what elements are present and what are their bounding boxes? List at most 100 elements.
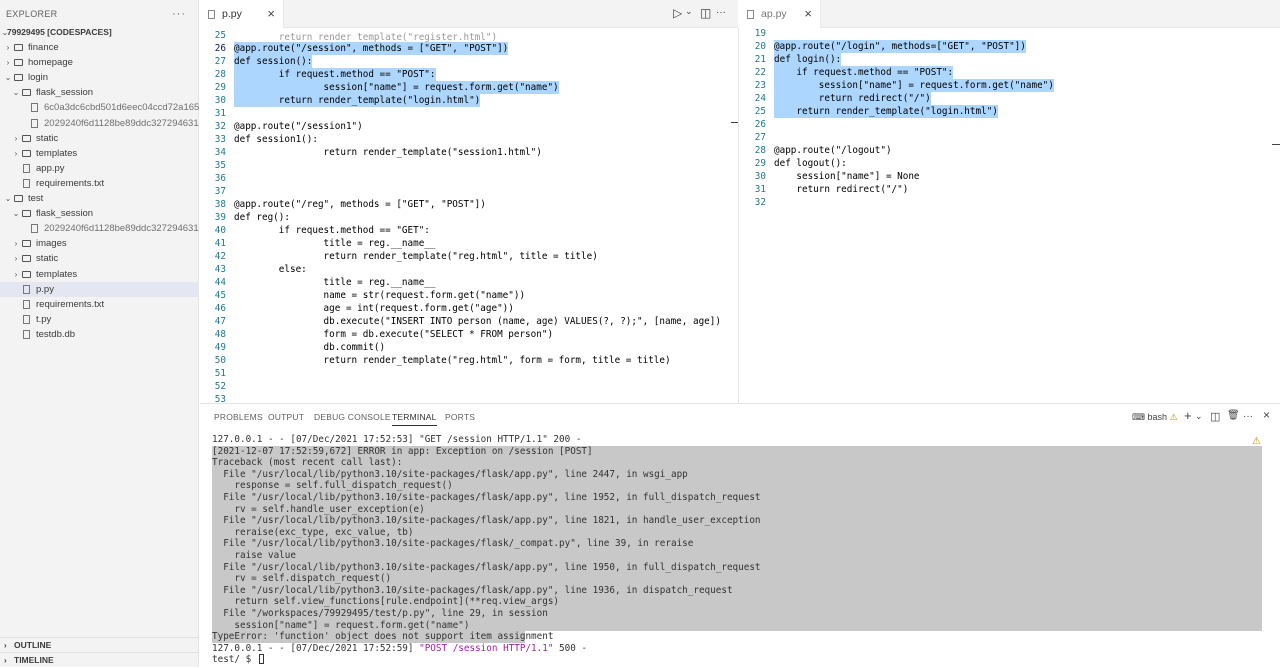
tree-item-label: static [36, 132, 59, 144]
line-number: 20 [754, 41, 766, 52]
code-text: @app.route("/session", methods = ["GET",… [234, 42, 509, 55]
add-terminal-icon[interactable]: + [1184, 408, 1192, 423]
close-panel-icon[interactable]: × [1263, 408, 1270, 422]
tab-ap-py[interactable]: ap.py × [739, 0, 821, 28]
file-icon [23, 284, 30, 294]
tree-folder[interactable]: › static [0, 131, 199, 146]
chevron-right-icon: › [14, 269, 18, 279]
code-text: else: [234, 264, 307, 275]
tab-debug-console[interactable]: DEBUG CONSOLE [314, 412, 391, 422]
editor-right[interactable]: 19 20 @app.route("/login", methods=["GET",… [740, 28, 1280, 403]
tree-folder[interactable]: ⌄ flask_session [0, 206, 199, 221]
line-number: 26 [214, 43, 226, 54]
trash-icon[interactable]: 🗑 [1227, 410, 1240, 421]
terminal-line: File "/usr/local/lib/python3.10/site-pac… [212, 584, 1262, 597]
tree-file[interactable]: requirements.txt [0, 297, 199, 312]
tree-item-label: images [36, 238, 67, 250]
line-number: 43 [214, 264, 226, 275]
folder-icon [22, 89, 31, 97]
terminal-text: session["name"] = request.form.get("name… [212, 619, 470, 631]
file-icon [23, 299, 30, 309]
tree-file[interactable]: 2029240f6d1128be89ddc327294631... [0, 221, 199, 236]
explorer-more-icon[interactable]: ··· [172, 0, 186, 28]
code-text: return render_template("session1.html") [234, 147, 542, 158]
run-icon[interactable]: ▷ [673, 6, 682, 20]
editor-split-divider[interactable] [738, 28, 739, 403]
split-terminal-icon[interactable]: ◫ [1210, 410, 1220, 423]
tree-item-label: requirements.txt [36, 298, 105, 310]
tree-file[interactable]: testdb.db [0, 327, 199, 342]
line-number: 25 [214, 30, 226, 41]
tree-folder[interactable]: › finance [0, 40, 199, 55]
tree-file[interactable]: 6c0a3dc6cbd501d6eec04ccd72a165... [0, 100, 199, 115]
code-text: title = reg.__name__ [234, 277, 436, 288]
tree-file[interactable]: 2029240f6d1128be89ddc327294631... [0, 116, 199, 131]
file-icon [31, 224, 38, 234]
code-text: form = db.execute("SELECT * FROM person"… [234, 329, 554, 340]
terminal-line: return self.view_functions[rule.endpoint… [212, 596, 1262, 608]
code-text: return redirect("/") [774, 92, 931, 105]
close-icon[interactable]: × [804, 6, 812, 21]
folder-icon [22, 255, 31, 263]
editor-left[interactable]: return render_template("register.html") … [200, 28, 738, 403]
run-menu-icon[interactable]: ⌄ [685, 6, 693, 17]
split-editor-icon[interactable]: ◫ [700, 6, 711, 20]
code-text: def login(): [774, 53, 842, 66]
folder-icon [14, 74, 23, 82]
tree-item-label: t.py [36, 313, 52, 325]
line-number: 28 [214, 69, 226, 80]
outline-section[interactable]: › OUTLINE [0, 637, 199, 653]
code-text: session["name"] = request.form.get("name… [234, 81, 559, 94]
tree-file[interactable]: p.py [0, 281, 199, 297]
tree-folder[interactable]: › static [0, 251, 199, 266]
tab-label: ap.py [761, 8, 787, 20]
terminal-text: File "/usr/local/lib/python3.10/site-pac… [212, 492, 761, 503]
code-text: return render_template("reg.html", form … [234, 355, 671, 366]
workspace-root[interactable]: ⌄ 79929495 [CODESPACES] [0, 25, 199, 40]
tree-folder[interactable]: › images [0, 236, 199, 251]
warning-icon: ⚠ [1169, 412, 1178, 422]
close-icon[interactable]: × [267, 6, 275, 21]
tab-output[interactable]: OUTPUT [268, 412, 304, 422]
folder-icon [22, 240, 31, 248]
line-number: 27 [214, 56, 226, 67]
terminal-text: raise value [212, 550, 296, 561]
code-text: return redirect("/") [774, 184, 909, 195]
tree-folder[interactable]: › templates [0, 146, 199, 161]
chevron-right-icon: › [14, 133, 18, 143]
tree-file[interactable]: t.py [0, 312, 199, 327]
terminal-shell-selector[interactable]: ⌨ bash ⚠ [1132, 412, 1178, 423]
chevron-right-icon: › [14, 148, 18, 158]
tab-problems[interactable]: PROBLEMS [214, 412, 263, 422]
tree-file[interactable]: requirements.txt [0, 176, 199, 191]
code-text: def session(): [234, 55, 313, 68]
tab-p-py[interactable]: p.py × [200, 0, 284, 28]
line-number: 23 [754, 80, 766, 91]
tree-folder[interactable]: ⌄ test [0, 191, 199, 206]
more-actions-icon[interactable]: ··· [1243, 411, 1253, 422]
line-number: 52 [214, 381, 226, 392]
code-text: def logout(): [774, 158, 847, 169]
tree-folder[interactable]: ⌄ flask_session [0, 85, 199, 100]
line-number: 29 [214, 82, 226, 93]
tree-folder[interactable]: › templates [0, 267, 199, 282]
terminal-line: rv = self.dispatch_request() [212, 573, 1262, 585]
add-terminal-menu-icon[interactable]: ⌄ [1195, 411, 1203, 422]
terminal-line: File "/usr/local/lib/python3.10/site-pac… [212, 515, 1262, 527]
tree-folder[interactable]: › homepage [0, 55, 199, 70]
tree-item-label: finance [28, 42, 59, 53]
tree-item-label: 2029240f6d1128be89ddc327294631... [44, 223, 199, 235]
tab-terminal[interactable]: TERMINAL [392, 412, 437, 426]
tab-ports[interactable]: PORTS [445, 412, 475, 422]
timeline-section[interactable]: › TIMELINE [0, 652, 199, 668]
terminal-line: 127.0.0.1 - - [07/Dec/2021 17:52:53] "GE… [212, 434, 581, 446]
tree-folder[interactable]: ⌄ login [0, 70, 199, 85]
more-actions-icon[interactable]: ··· [716, 7, 726, 18]
tree-file[interactable]: app.py [0, 161, 199, 176]
code-text: def reg(): [234, 212, 290, 223]
folder-icon [14, 59, 23, 67]
terminal-line: TypeError: 'function' object does not su… [212, 631, 553, 643]
line-number: 30 [214, 95, 226, 106]
chevron-down-icon: ⌄ [12, 209, 20, 219]
code-text: db.execute("INSERT INTO person (name, ag… [234, 316, 721, 327]
